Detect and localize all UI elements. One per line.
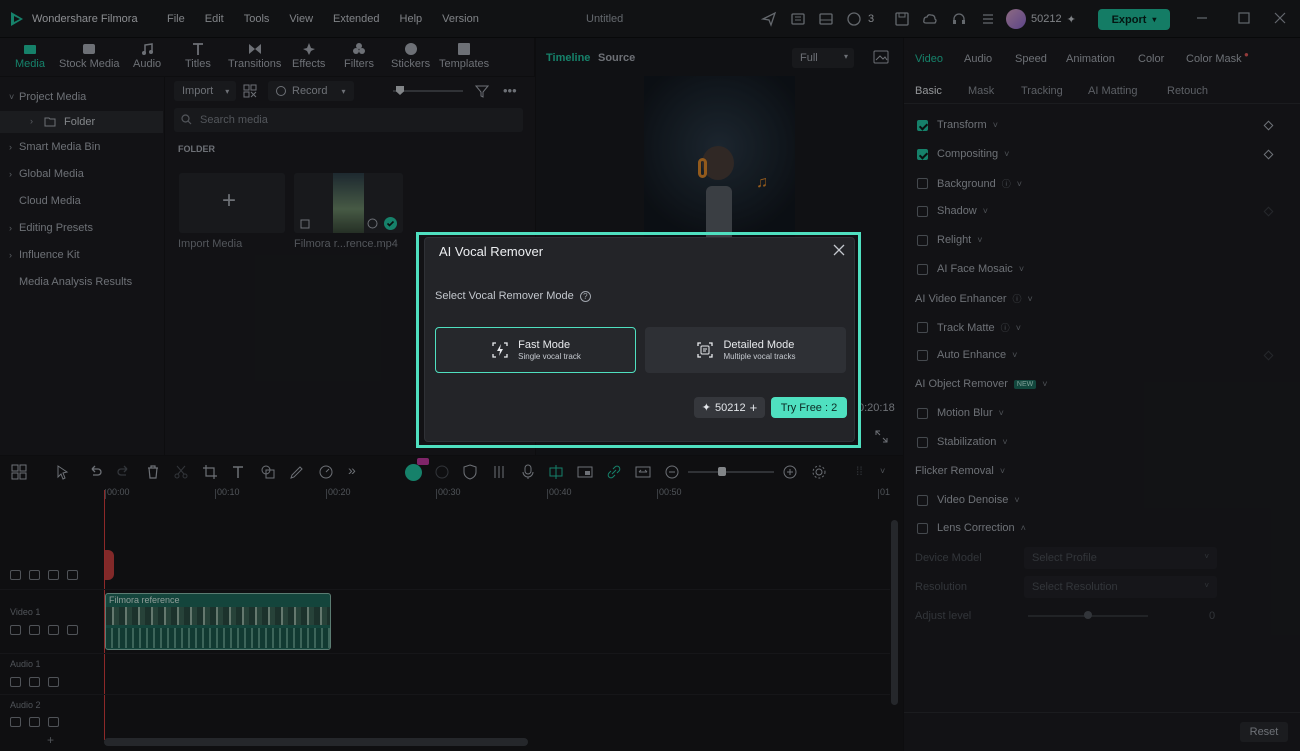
dialog-title: AI Vocal Remover — [439, 244, 544, 259]
detailed-mode-title: Detailed Mode — [723, 339, 795, 351]
credits-value: 50212 — [715, 401, 746, 414]
sparkle-icon: ✦ — [701, 402, 712, 414]
try-free-label: Try Free : 2 — [780, 401, 838, 414]
mode-label-text: Select Vocal Remover Mode — [435, 290, 574, 302]
ai-vocal-remover-dialog: AI Vocal Remover Select Vocal Remover Mo… — [424, 237, 855, 442]
detailed-mode-option[interactable]: Detailed Mode Multiple vocal tracks — [645, 327, 846, 373]
plus-icon: + — [749, 400, 758, 415]
try-free-button[interactable]: Try Free : 2 — [771, 397, 847, 418]
mode-label: Select Vocal Remover Mode? — [435, 290, 591, 302]
fast-mode-title: Fast Mode — [518, 339, 571, 351]
fast-mode-subtitle: Single vocal track — [518, 352, 581, 361]
fast-mode-option[interactable]: Fast Mode Single vocal track — [435, 327, 636, 373]
close-icon[interactable] — [833, 244, 845, 256]
help-icon[interactable]: ? — [579, 290, 591, 302]
filmora-window: Wondershare Filmora File Edit Tools View… — [0, 0, 1300, 751]
lightning-icon — [492, 342, 508, 358]
detailed-mode-subtitle: Multiple vocal tracks — [723, 352, 796, 361]
detailed-scan-icon — [697, 342, 714, 358]
credits-pill[interactable]: ✦ 50212 + — [694, 397, 765, 418]
